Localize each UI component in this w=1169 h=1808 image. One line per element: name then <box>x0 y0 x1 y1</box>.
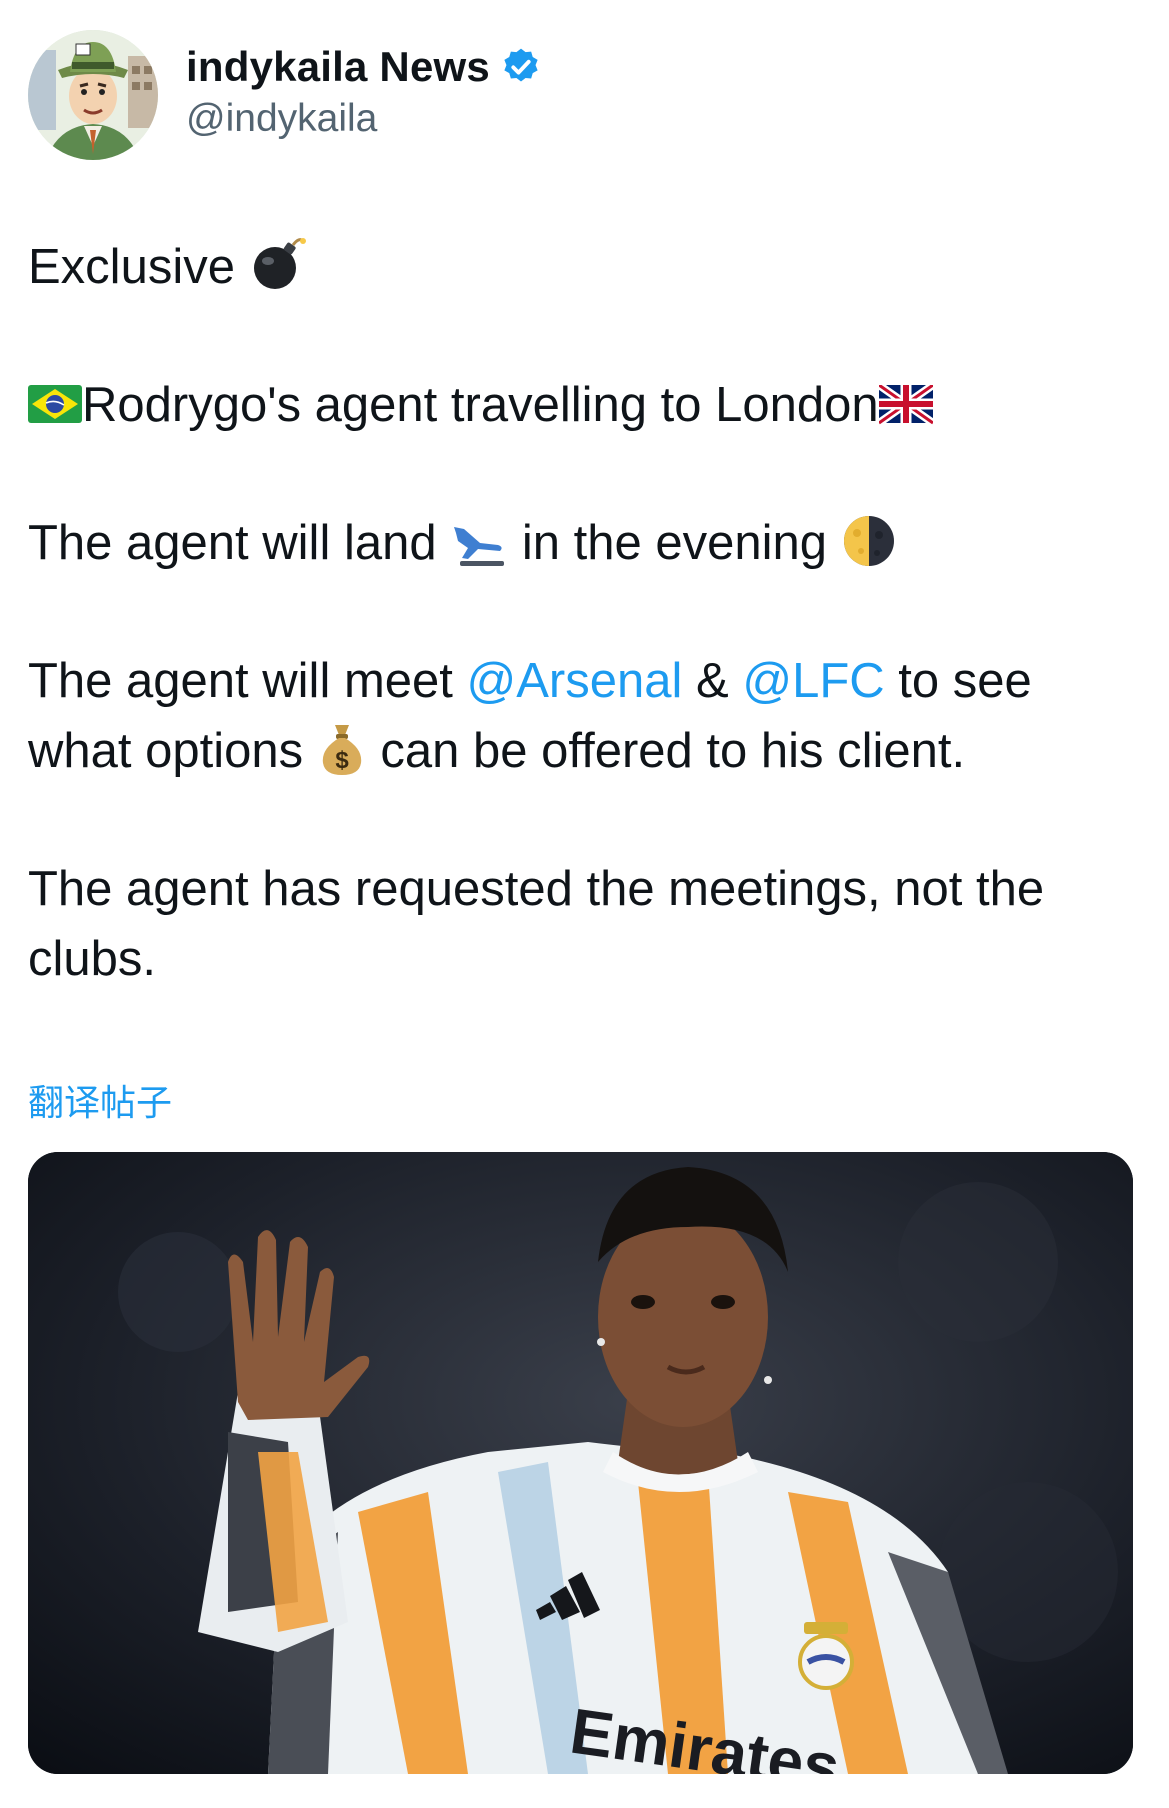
tweet-line-exclusive: Exclusive <box>28 232 1138 302</box>
svg-text:$: $ <box>335 747 349 774</box>
agent-meet-text: The agent will meet <box>28 654 453 708</box>
agent-travel-text: Rodrygo's agent travelling to London <box>82 378 879 432</box>
bomb-icon <box>253 238 306 289</box>
to-see-text: to see <box>898 654 1032 708</box>
tweet-line-land: The agent will land in the evening <box>28 508 1138 578</box>
tweet-header: indykaila News @indykaila <box>28 30 542 160</box>
exclusive-text: Exclusive <box>28 240 235 294</box>
brazil-flag-icon <box>28 385 82 423</box>
requested-text: The agent has requested the meetings, no… <box>28 862 1045 916</box>
mention-arsenal-link[interactable]: @Arsenal <box>467 654 683 708</box>
author-names: indykaila News @indykaila <box>186 43 542 141</box>
evening-text: in the evening <box>521 516 827 570</box>
airplane-landing-icon <box>454 527 505 566</box>
agent-land-text: The agent will land <box>28 516 437 570</box>
offered-text: can be offered to his client. <box>380 724 966 778</box>
tweet-line-meet: The agent will meet @Arsenal & @LFC to s… <box>28 646 1138 716</box>
avatar[interactable] <box>28 30 158 160</box>
real-madrid-crest-icon <box>798 1622 854 1690</box>
mention-lfc-link[interactable]: @LFC <box>742 654 884 708</box>
verified-badge-icon[interactable] <box>500 46 542 88</box>
tweet-line-agent-travel: Rodrygo's agent travelling to London <box>28 370 1138 440</box>
display-name[interactable]: indykaila News <box>186 43 490 91</box>
clubs-text: clubs. <box>28 932 157 986</box>
what-options-text: what options <box>28 724 304 778</box>
display-name-row: indykaila News <box>186 43 542 91</box>
tweet-line-options: what options $ can be offered to his cli… <box>28 716 1138 786</box>
uk-flag-icon <box>878 385 933 425</box>
tweet-text: Exclusive Rodrygo's agent travelling to … <box>28 232 1138 994</box>
player-photo-image: Emirates <box>28 1152 1133 1774</box>
translate-post-link[interactable]: 翻译帖子 <box>28 1074 172 1126</box>
ampersand-text: & <box>696 654 729 708</box>
tweet-line-clubs: clubs. <box>28 924 1138 994</box>
moon-icon <box>843 516 894 566</box>
money-bag-icon: $ <box>322 725 361 775</box>
tweet-photo[interactable]: Emirates <box>28 1152 1133 1774</box>
tweet-line-requested: The agent has requested the meetings, no… <box>28 854 1138 924</box>
handle[interactable]: @indykaila <box>186 97 542 141</box>
